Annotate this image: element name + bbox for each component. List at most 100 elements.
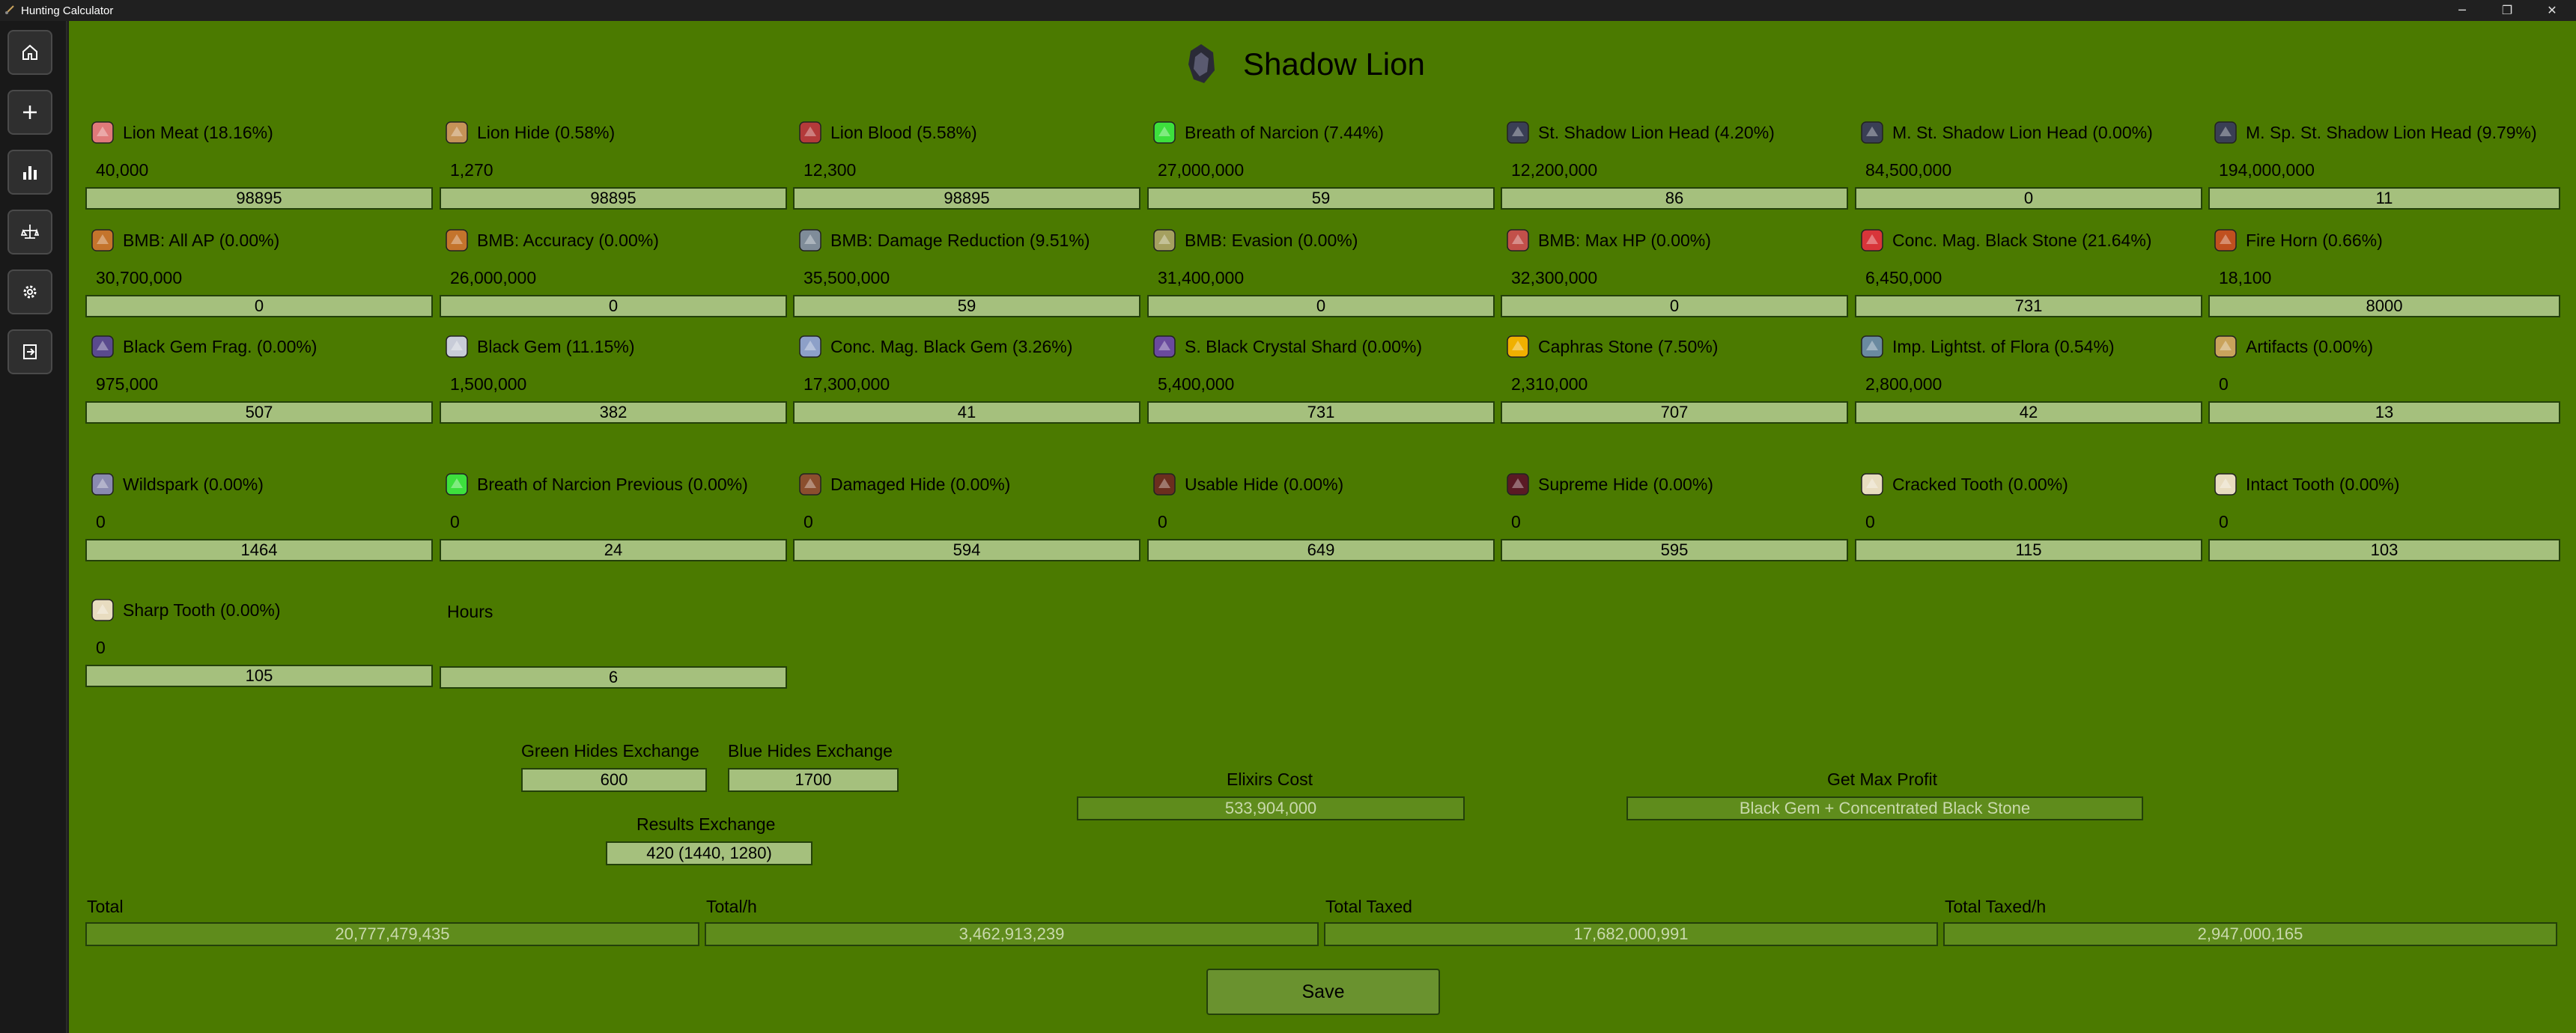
item-quantity-input[interactable]: 105 (85, 665, 433, 687)
item-cell: Damaged Hide (0.00%) 0 594 (793, 469, 1140, 566)
elixirs-cost-label: Elixirs Cost (1227, 770, 1313, 789)
tooth-icon (2214, 473, 2237, 496)
item-quantity-input[interactable]: 98895 (85, 187, 433, 210)
item-name: Black Gem (11.15%) (477, 337, 635, 356)
item-name: Usable Hide (0.00%) (1185, 475, 1344, 494)
gear-icon (23, 285, 37, 299)
item-quantity-input[interactable]: 8000 (2208, 295, 2560, 317)
box-icon (446, 229, 468, 252)
stone-icon (1861, 229, 1883, 252)
sidebar-item-settings[interactable] (7, 269, 52, 314)
item-quantity-input[interactable]: 707 (1501, 401, 1848, 424)
crystal-shard-icon (1153, 335, 1176, 358)
item-quantity-input[interactable]: 98895 (793, 187, 1140, 210)
home-icon (22, 44, 37, 60)
sidebar-item-statistics[interactable] (7, 150, 52, 195)
item-name: Caphras Stone (7.50%) (1538, 337, 1719, 356)
results-exchange-input[interactable]: 420 (1440, 1280) (606, 841, 812, 865)
item-price: 0 (2219, 374, 2229, 394)
item-quantity-input[interactable]: 42 (1855, 401, 2202, 424)
item-quantity-input[interactable]: 649 (1147, 539, 1495, 561)
restore-button[interactable]: ❐ (2485, 0, 2530, 21)
caphras-stone-icon (1507, 335, 1529, 358)
breath-icon (1153, 121, 1176, 144)
box-icon (799, 229, 821, 252)
main-panel: Shadow Lion Lion Meat (18.16%) 40,000 9889… (69, 21, 2576, 1033)
total-per-hour-field: 3,462,913,239 (705, 922, 1319, 946)
item-cell: BMB: Max HP (0.00%) 32,300,000 0 (1501, 225, 1848, 322)
item-cell: BMB: Damage Reduction (9.51%) 35,500,000 5… (793, 225, 1140, 322)
item-quantity-input[interactable]: 0 (440, 295, 787, 317)
item-quantity-input[interactable]: 507 (85, 401, 433, 424)
item-cell: Artifacts (0.00%) 0 13 (2208, 331, 2560, 428)
item-quantity-input[interactable]: 731 (1147, 401, 1495, 424)
hours-label: Hours (447, 602, 493, 621)
item-quantity-input[interactable]: 0 (1501, 295, 1848, 317)
sidebar-item-home[interactable] (7, 30, 52, 75)
item-quantity-input[interactable]: 13 (2208, 401, 2560, 424)
item-price: 0 (1865, 512, 1875, 531)
save-button[interactable]: Save (1206, 969, 1440, 1015)
total-taxed-per-hour-label: Total Taxed/h (1945, 897, 2047, 916)
sidebar-item-exit[interactable] (7, 329, 52, 374)
item-quantity-input[interactable]: 24 (440, 539, 787, 561)
item-price: 0 (96, 638, 106, 657)
lion-head-icon (2214, 121, 2237, 144)
scale-icon (21, 225, 39, 239)
item-quantity-input[interactable]: 41 (793, 401, 1140, 424)
item-name: BMB: Max HP (0.00%) (1538, 231, 1711, 250)
item-name: M. St. Shadow Lion Head (0.00%) (1892, 123, 2153, 142)
item-price: 27,000,000 (1158, 160, 1245, 180)
exit-icon (23, 344, 37, 359)
artifact-icon (2214, 335, 2237, 358)
item-name: Cracked Tooth (0.00%) (1892, 475, 2068, 494)
item-quantity-input[interactable]: 86 (1501, 187, 1848, 210)
item-name: Black Gem Frag. (0.00%) (123, 337, 318, 356)
total-taxed-per-hour-field: 2,947,000,165 (1943, 922, 2557, 946)
item-quantity-input[interactable]: 0 (1147, 295, 1495, 317)
item-cell: BMB: All AP (0.00%) 30,700,000 0 (85, 225, 433, 322)
minimize-button[interactable]: ─ (2440, 0, 2485, 21)
item-price: 0 (96, 512, 106, 531)
item-quantity-input[interactable]: 731 (1855, 295, 2202, 317)
green-hides-exchange-input[interactable]: 600 (521, 768, 707, 792)
lion-head-icon (1861, 121, 1883, 144)
item-cell: Conc. Mag. Black Stone (21.64%) 6,450,000… (1855, 225, 2202, 322)
hours-input[interactable]: 6 (440, 666, 787, 689)
item-cell: Usable Hide (0.00%) 0 649 (1147, 469, 1495, 566)
item-quantity-input[interactable]: 594 (793, 539, 1140, 561)
lightstone-icon (1861, 335, 1883, 358)
item-quantity-input[interactable]: 59 (793, 295, 1140, 317)
max-profit-label: Get Max Profit (1827, 770, 1937, 789)
results-exchange-label: Results Exchange (637, 814, 776, 834)
item-cell: Black Gem Frag. (0.00%) 975,000 507 (85, 331, 433, 428)
item-price: 84,500,000 (1865, 160, 1952, 180)
close-button[interactable]: ✕ (2530, 0, 2575, 21)
item-price: 5,400,000 (1158, 374, 1235, 394)
item-quantity-input[interactable]: 98895 (440, 187, 787, 210)
item-quantity-input[interactable]: 11 (2208, 187, 2560, 210)
item-name: S. Black Crystal Shard (0.00%) (1185, 337, 1423, 356)
item-quantity-input[interactable]: 0 (85, 295, 433, 317)
blue-hides-exchange-input[interactable]: 1700 (728, 768, 899, 792)
item-cell: BMB: Evasion (0.00%) 31,400,000 0 (1147, 225, 1495, 322)
gem-icon (446, 335, 468, 358)
item-cell: S. Black Crystal Shard (0.00%) 5,400,000 7… (1147, 331, 1495, 428)
hide-icon (446, 121, 468, 144)
item-price: 12,200,000 (1511, 160, 1598, 180)
lion-head-icon (1507, 121, 1529, 144)
item-quantity-input[interactable]: 59 (1147, 187, 1495, 210)
item-quantity-input[interactable]: 382 (440, 401, 787, 424)
item-quantity-input[interactable]: 115 (1855, 539, 2202, 561)
item-price: 17,300,000 (804, 374, 890, 394)
sidebar-item-add[interactable] (7, 90, 52, 135)
item-quantity-input[interactable]: 0 (1855, 187, 2202, 210)
hide-icon (1507, 473, 1529, 496)
item-quantity-input[interactable]: 1464 (85, 539, 433, 561)
item-name: Lion Meat (18.16%) (123, 123, 273, 142)
item-name: Conc. Mag. Black Stone (21.64%) (1892, 231, 2152, 250)
item-quantity-input[interactable]: 595 (1501, 539, 1848, 561)
sidebar-item-scale[interactable] (7, 210, 52, 255)
item-quantity-input[interactable]: 103 (2208, 539, 2560, 561)
total-taxed-label: Total Taxed (1325, 897, 1412, 916)
